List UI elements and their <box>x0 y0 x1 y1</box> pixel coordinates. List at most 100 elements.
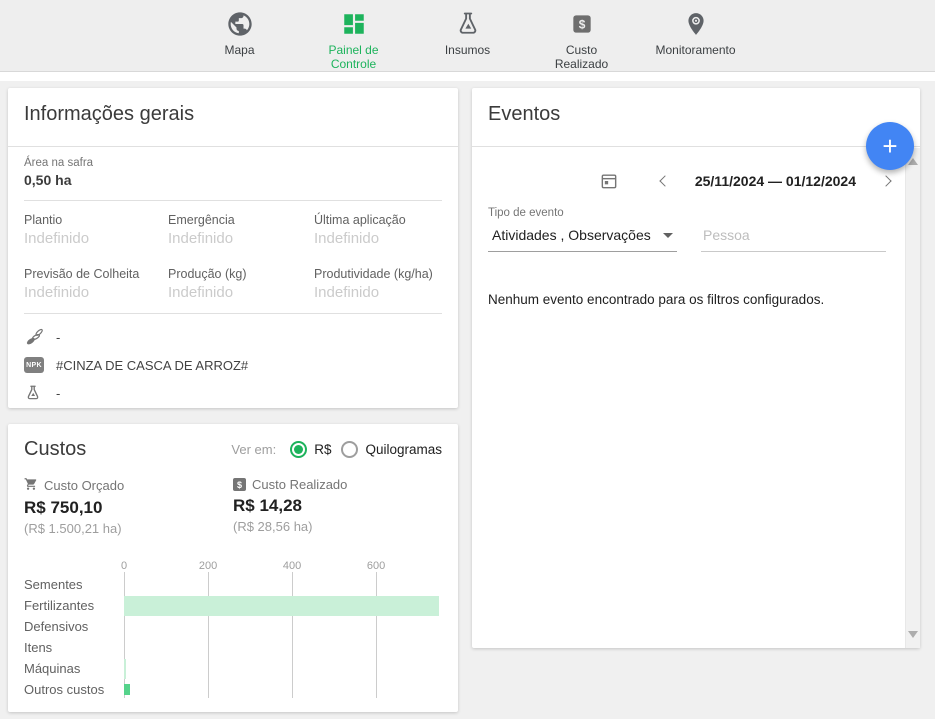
map-pin-icon <box>683 9 709 39</box>
nav-item-mapa[interactable]: Mapa <box>198 9 282 57</box>
chart-category-label: Fertilizantes <box>24 595 124 616</box>
top-navigation: Mapa Painel de Controle Insumos $ Custo … <box>0 0 935 72</box>
tipo-de-evento-select[interactable]: Atividades , Observações <box>488 223 677 252</box>
informacoes-gerais-header: Informações gerais <box>8 88 458 147</box>
informacoes-gerais-card: Informações gerais Área na safra 0,50 ha… <box>8 88 458 408</box>
chart-bar <box>124 596 439 616</box>
radio-quilogramas[interactable] <box>341 441 358 458</box>
radio-quilogramas-label[interactable]: Quilogramas <box>365 442 442 457</box>
area-value: 0,50 ha <box>24 172 442 188</box>
custos-card: Custos Ver em: R$ Quilogramas Custo Orça… <box>8 424 458 712</box>
field-produtividade: Produtividade (kg/ha) Indefinido <box>314 267 442 301</box>
chart-category-label: Sementes <box>24 574 124 595</box>
dropdown-arrow-icon <box>663 233 673 238</box>
nav-item-insumos[interactable]: Insumos <box>426 9 510 57</box>
field-producao: Produção (kg) Indefinido <box>168 267 314 301</box>
nav-item-custo-realizado[interactable]: $ Custo Realizado <box>540 9 624 71</box>
chart-tick-label: 600 <box>367 560 385 572</box>
radio-reais-label[interactable]: R$ <box>314 442 331 457</box>
tag-row-flask: - <box>24 383 442 403</box>
eventos-card: Eventos + 25/11/2024 — 01/12/2024 Tipo d… <box>472 88 920 648</box>
dashboard-icon <box>341 9 367 39</box>
chart-gridline <box>376 572 377 698</box>
cart-icon <box>24 477 38 494</box>
custo-orcado-value: R$ 750,10 <box>24 498 233 518</box>
chart-category-labels: SementesFertilizantesDefensivosItensMáqu… <box>24 560 124 700</box>
chart-bar <box>124 659 126 679</box>
empty-events-message: Nenhum evento encontrado para os filtros… <box>472 292 920 307</box>
nav-label: Custo Realizado <box>540 43 624 71</box>
radio-reais[interactable] <box>290 441 307 458</box>
eventos-header: Eventos <box>472 88 920 147</box>
chart-bar <box>124 684 130 695</box>
date-range: 25/11/2024 — 01/12/2024 <box>695 173 856 189</box>
chart-gridline <box>124 572 125 698</box>
card-title: Eventos <box>488 103 904 126</box>
left-column: Informações gerais Área na safra 0,50 ha… <box>8 88 458 712</box>
ver-em-label: Ver em: <box>231 442 276 457</box>
card-title: Informações gerais <box>24 103 442 126</box>
field-ultima-aplicacao: Última aplicação Indefinido <box>314 213 442 247</box>
tag-text: - <box>56 386 60 401</box>
custos-header: Custos Ver em: R$ Quilogramas <box>24 438 442 461</box>
nav-label: Mapa <box>224 43 254 57</box>
field-emergencia: Emergência Indefinido <box>168 213 314 247</box>
nav-item-painel-de-controle[interactable]: Painel de Controle <box>312 9 396 71</box>
tipo-de-evento-value: Atividades , Observações <box>492 227 651 243</box>
custo-orcado-per-ha: (R$ 1.500,21 ha) <box>24 521 233 536</box>
scroll-down-icon[interactable] <box>908 631 918 638</box>
main-content: Informações gerais Área na safra 0,50 ha… <box>0 81 935 712</box>
custo-realizado-value: R$ 14,28 <box>233 496 442 516</box>
nav-label: Insumos <box>445 43 490 57</box>
add-event-button[interactable]: + <box>866 122 914 170</box>
chart-gridline <box>208 572 209 698</box>
tag-text: #CINZA DE CASCA DE ARROZ# <box>56 358 248 373</box>
unit-toggle: Ver em: R$ Quilogramas <box>231 441 442 458</box>
nav-label: Monitoramento <box>656 43 736 57</box>
chart-tick-label: 400 <box>283 560 301 572</box>
svg-text:$: $ <box>578 18 585 32</box>
npk-icon: NPK <box>24 357 48 373</box>
custo-orcado-block: Custo Orçado R$ 750,10 (R$ 1.500,21 ha) <box>24 477 233 536</box>
tag-text: - <box>56 330 60 345</box>
chart-category-label: Outros custos <box>24 679 124 700</box>
nav-item-monitoramento[interactable]: Monitoramento <box>654 9 738 57</box>
chart-plot-area: 0200400600 <box>124 574 442 700</box>
field-previsao-colheita: Previsão de Colheita Indefinido <box>24 267 168 301</box>
nav-label: Painel de Controle <box>312 43 396 71</box>
previous-week-chevron-icon[interactable] <box>659 175 670 186</box>
event-filters: Tipo de evento Atividades , Observações <box>472 207 920 252</box>
toolbar-strip <box>0 72 935 81</box>
tipo-de-evento-label: Tipo de evento <box>488 207 886 219</box>
chart-category-label: Máquinas <box>24 658 124 679</box>
flask-icon <box>454 9 482 39</box>
chart-gridline <box>292 572 293 698</box>
tag-row-npk: NPK #CINZA DE CASCA DE ARROZ# <box>24 355 442 375</box>
crop-tags: - NPK #CINZA DE CASCA DE ARROZ# <box>8 314 458 403</box>
events-scrollbar[interactable] <box>905 148 920 648</box>
area-na-safra-section: Área na safra 0,50 ha <box>8 147 458 188</box>
pessoa-input[interactable] <box>701 223 886 252</box>
fields-grid: Plantio Indefinido Emergência Indefinido… <box>8 201 458 301</box>
flask-icon <box>24 384 48 402</box>
custo-realizado-label: Custo Realizado <box>252 477 347 492</box>
custo-realizado-block: $ Custo Realizado R$ 14,28 (R$ 28,56 ha) <box>233 477 442 536</box>
field-plantio: Plantio Indefinido <box>24 213 168 247</box>
tag-row-seeds: - <box>24 327 442 347</box>
custo-realizado-per-ha: (R$ 28,56 ha) <box>233 519 442 534</box>
chart-category-label: Defensivos <box>24 616 124 637</box>
cost-summary: Custo Orçado R$ 750,10 (R$ 1.500,21 ha) … <box>24 477 442 536</box>
chart-tick-label: 0 <box>121 560 127 572</box>
seeds-icon <box>24 326 48 348</box>
custo-orcado-label: Custo Orçado <box>44 478 124 493</box>
dollar-square-icon: $ <box>233 478 246 491</box>
chart-tick-label: 200 <box>199 560 217 572</box>
next-week-chevron-icon[interactable] <box>880 175 891 186</box>
card-title: Custos <box>24 438 86 461</box>
calendar-icon[interactable] <box>599 171 619 191</box>
dollar-square-icon: $ <box>569 9 595 39</box>
chart-category-label: Itens <box>24 637 124 658</box>
globe-icon <box>226 9 254 39</box>
area-label: Área na safra <box>24 157 442 169</box>
date-navigation: 25/11/2024 — 01/12/2024 <box>472 169 920 193</box>
